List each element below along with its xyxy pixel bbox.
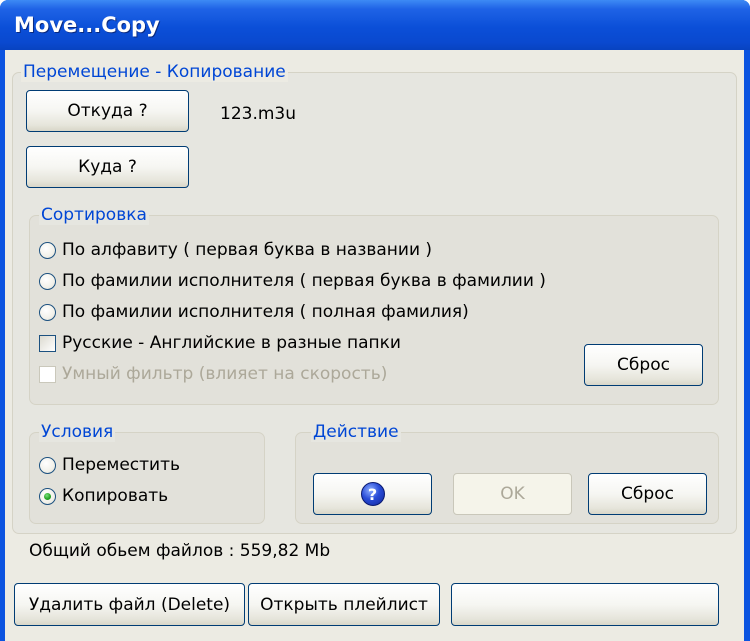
to-button[interactable]: Куда ? bbox=[26, 146, 189, 188]
copy-radio-selected-dot bbox=[44, 493, 51, 500]
sorting-reset-button[interactable]: Сброс bbox=[584, 344, 703, 386]
help-button[interactable]: ? bbox=[313, 473, 432, 515]
sort-artist-full-name-radio[interactable] bbox=[39, 304, 56, 321]
action-legend: Действие bbox=[311, 422, 401, 442]
move-copy-window: Move...Copy Перемещение - Копирование От… bbox=[0, 0, 750, 641]
ok-button: OK bbox=[453, 473, 572, 515]
sort-alphabet-label[interactable]: По алфавиту ( первая буква в названии ) bbox=[62, 240, 432, 260]
russian-english-label[interactable]: Русские - Английские в разные папки bbox=[62, 333, 401, 353]
sort-artist-full-name-label[interactable]: По фамилии исполнителя ( полная фамилия) bbox=[62, 302, 469, 322]
empty-button[interactable] bbox=[451, 583, 719, 626]
move-copy-legend: Перемещение - Копирование bbox=[21, 62, 288, 82]
from-value: 123.m3u bbox=[220, 104, 297, 124]
question-icon: ? bbox=[360, 482, 385, 506]
move-radio[interactable] bbox=[39, 457, 56, 474]
action-reset-button[interactable]: Сброс bbox=[588, 473, 707, 515]
sort-artist-first-letter-radio[interactable] bbox=[39, 273, 56, 290]
delete-file-button[interactable]: Удалить файл (Delete) bbox=[14, 583, 245, 626]
smart-filter-checkbox bbox=[39, 366, 56, 383]
window-client-area: Перемещение - Копирование Откуда ? 123.m… bbox=[5, 50, 744, 641]
open-playlist-button[interactable]: Открыть плейлист bbox=[248, 583, 440, 626]
move-copy-group: Перемещение - Копирование Откуда ? 123.m… bbox=[12, 62, 737, 534]
move-label[interactable]: Переместить bbox=[62, 455, 180, 475]
sort-artist-first-letter-label[interactable]: По фамилии исполнителя ( первая буква в … bbox=[62, 271, 546, 291]
conditions-legend: Условия bbox=[39, 422, 116, 442]
copy-label[interactable]: Копировать bbox=[62, 486, 168, 506]
total-size-status: Общий обьем файлов : 559,82 Mb bbox=[29, 541, 331, 561]
sorting-group: Сортировка По алфавиту ( первая буква в … bbox=[29, 205, 719, 405]
sort-alphabet-radio[interactable] bbox=[39, 242, 56, 259]
conditions-group: Условия Переместить Копировать bbox=[29, 422, 265, 524]
from-button[interactable]: Откуда ? bbox=[26, 90, 189, 132]
sorting-legend: Сортировка bbox=[39, 205, 149, 225]
copy-radio[interactable] bbox=[39, 488, 56, 505]
smart-filter-label: Умный фильтр (влияет на скорость) bbox=[62, 364, 388, 384]
title-bar[interactable]: Move...Copy bbox=[0, 0, 750, 50]
window-title: Move...Copy bbox=[14, 13, 160, 37]
action-group: Действие ? OK Сброс bbox=[295, 422, 719, 524]
russian-english-checkbox[interactable] bbox=[39, 335, 56, 352]
